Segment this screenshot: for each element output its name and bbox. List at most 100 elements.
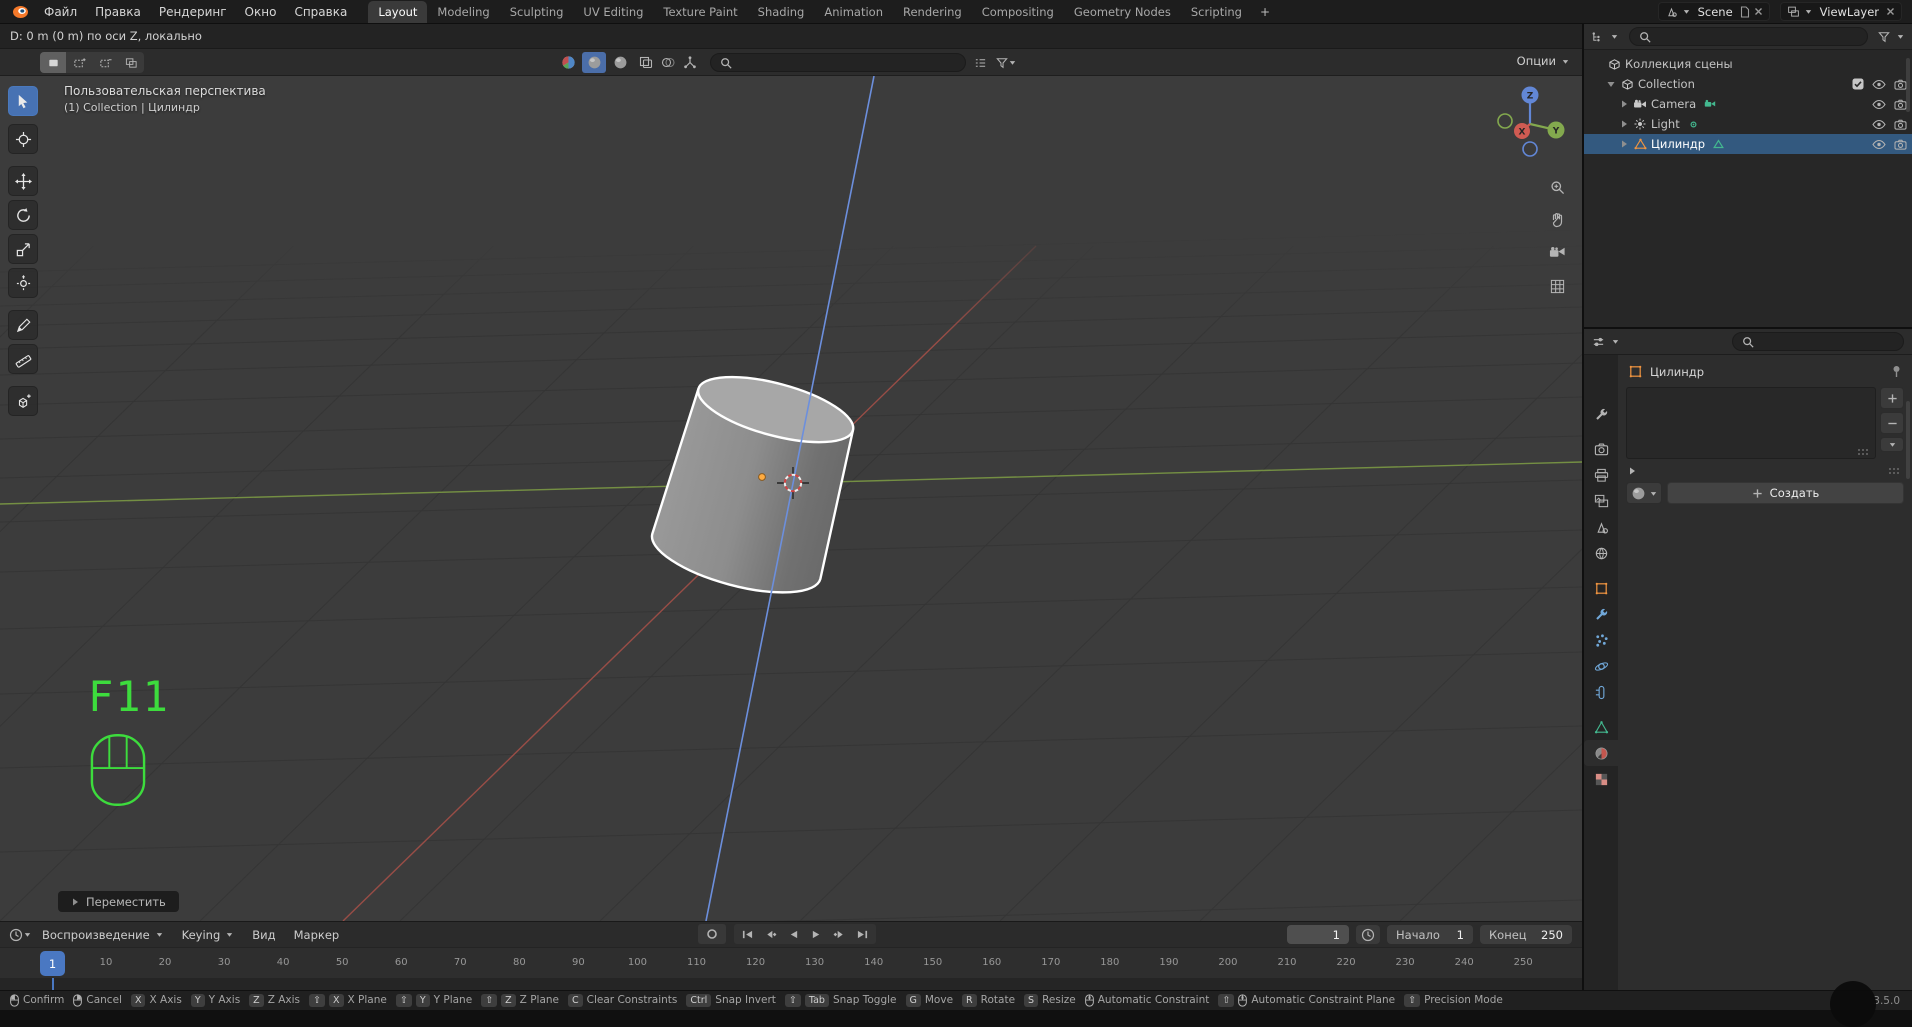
viewlayer-selector[interactable]: ViewLayer <box>1779 2 1902 21</box>
workspace-tab-Modeling[interactable]: Modeling <box>427 1 499 23</box>
menu-Окно[interactable]: Окно <box>236 2 286 22</box>
xray-toggle-button[interactable] <box>636 52 656 73</box>
current-frame-field[interactable]: 1 <box>1287 925 1349 944</box>
prev-keyframe-button[interactable] <box>759 924 782 944</box>
properties-tab-view-layer[interactable] <box>1584 488 1618 514</box>
tool-scale[interactable] <box>8 234 38 264</box>
timeline-menu-Вид[interactable]: Вид <box>244 925 283 945</box>
viewport-3d[interactable]: Пользовательская перспектива (1) Collect… <box>0 76 1582 921</box>
camera-toggle-icon[interactable] <box>1894 119 1907 130</box>
workspace-tab-Shading[interactable]: Shading <box>748 1 815 23</box>
play-reverse-button[interactable] <box>782 924 805 944</box>
tool-add-cube[interactable] <box>8 386 38 416</box>
zoom-button[interactable] <box>1546 176 1568 198</box>
tool-cursor[interactable] <box>8 124 38 154</box>
workspace-tab-Compositing[interactable]: Compositing <box>972 1 1064 23</box>
chevron-down-icon[interactable] <box>1896 32 1905 41</box>
properties-tab-object-data[interactable] <box>1584 714 1618 740</box>
jump-to-start-button[interactable] <box>736 924 759 944</box>
new-material-button[interactable]: Создать <box>1667 482 1904 504</box>
outliner-row-Light[interactable]: Light <box>1584 114 1912 134</box>
outliner-search-input[interactable] <box>1629 27 1868 46</box>
scene-selector[interactable]: Scene <box>1657 2 1770 21</box>
select-mode-intersect-button[interactable] <box>118 52 144 73</box>
slot-specials-button[interactable] <box>1880 437 1904 452</box>
workspace-tab-Texture Paint[interactable]: Texture Paint <box>653 1 747 23</box>
disclosure-right-icon[interactable] <box>1616 100 1631 108</box>
disclosure-right-icon[interactable] <box>1616 120 1631 128</box>
properties-tab-constraints[interactable] <box>1584 679 1618 705</box>
tool-select-box[interactable] <box>8 86 38 116</box>
outliner-row-Camera[interactable]: Camera <box>1584 94 1912 114</box>
next-keyframe-button[interactable] <box>828 924 851 944</box>
gizmo-neg-y[interactable] <box>1497 113 1513 129</box>
add-slot-button[interactable] <box>1880 387 1904 409</box>
select-mode-new-button[interactable] <box>40 52 66 73</box>
shading-ball-color-button[interactable] <box>556 52 580 73</box>
properties-editor-type-icon[interactable] <box>1592 336 1605 348</box>
properties-scrollbar[interactable] <box>1906 401 1910 479</box>
workspace-tab-Layout[interactable]: Layout <box>368 0 428 23</box>
outliner-row-Цилиндр[interactable]: Цилиндр <box>1584 134 1912 154</box>
chevron-down-icon[interactable] <box>1610 32 1619 41</box>
timeline-ruler[interactable]: 1 10 20 30 40 50 60 70 80 90 100 110 120 130 140 150 16… <box>0 947 1582 978</box>
properties-tab-particles[interactable] <box>1584 627 1618 653</box>
menu-Файл[interactable]: Файл <box>35 2 86 22</box>
disclosure-right-icon[interactable] <box>1616 140 1631 148</box>
properties-tab-physics[interactable] <box>1584 653 1618 679</box>
camera-view-button[interactable] <box>1546 242 1568 264</box>
frame-start-field[interactable]: Начало 1 <box>1387 925 1473 944</box>
workspace-tab-UV Editing[interactable]: UV Editing <box>573 1 653 23</box>
eye-toggle-icon[interactable] <box>1872 99 1886 110</box>
chevron-down-icon[interactable] <box>1611 337 1620 346</box>
menu-Рендеринг[interactable]: Рендеринг <box>150 2 236 22</box>
properties-search-input[interactable] <box>1732 332 1904 351</box>
use-preview-range-button[interactable] <box>1356 925 1380 944</box>
pan-hand-button[interactable] <box>1546 209 1568 231</box>
ortho-grid-button[interactable] <box>1546 275 1568 297</box>
frame-end-field[interactable]: Конец 250 <box>1480 925 1572 944</box>
gizmos-toggle-button[interactable] <box>680 52 700 73</box>
viewport-options-button[interactable]: Опции <box>1517 54 1570 68</box>
last-operator-panel[interactable]: Переместить <box>58 891 179 912</box>
shading-ball-button[interactable] <box>608 52 632 73</box>
eye-toggle-icon[interactable] <box>1872 139 1886 150</box>
outliner-row-Коллекция сцены[interactable]: Коллекция сцены <box>1584 54 1912 74</box>
properties-tab-texture[interactable] <box>1584 766 1618 792</box>
disclosure-down-icon[interactable] <box>1603 80 1618 88</box>
outliner-scrollbar[interactable] <box>1906 58 1910 112</box>
properties-tab-material[interactable] <box>1584 740 1618 766</box>
panel-expand-row[interactable] <box>1628 464 1902 477</box>
timeline-menu-Keying[interactable]: Keying <box>174 925 243 945</box>
select-mode-subtract-button[interactable] <box>92 52 118 73</box>
select-mode-extend-button[interactable] <box>66 52 92 73</box>
tool-move[interactable] <box>8 166 38 196</box>
unlink-scene-icon[interactable] <box>1754 7 1763 16</box>
add-workspace-button[interactable]: + <box>1252 2 1278 22</box>
timeline-menu-Воспроизведение[interactable]: Воспроизведение <box>34 925 172 945</box>
properties-tab-render[interactable] <box>1584 436 1618 462</box>
properties-tab-output[interactable] <box>1584 462 1618 488</box>
timeline-menu-Маркер[interactable]: Маркер <box>286 925 348 945</box>
workspace-tab-Rendering[interactable]: Rendering <box>893 1 972 23</box>
properties-tab-scene[interactable] <box>1584 514 1618 540</box>
eye-toggle-icon[interactable] <box>1872 119 1886 130</box>
new-scene-icon[interactable] <box>1740 5 1750 18</box>
display-mode-button[interactable] <box>970 52 990 73</box>
blender-logo-button[interactable] <box>6 5 35 19</box>
menu-Справка[interactable]: Справка <box>285 2 356 22</box>
eye-toggle-icon[interactable] <box>1872 79 1886 90</box>
play-button[interactable] <box>805 924 828 944</box>
camera-toggle-icon[interactable] <box>1894 139 1907 150</box>
tool-measure[interactable] <box>8 344 38 374</box>
filter-button[interactable] <box>994 52 1018 73</box>
current-frame-indicator[interactable]: 1 <box>40 951 65 976</box>
timeline-editor-type-button[interactable] <box>8 924 32 945</box>
tool-rotate[interactable] <box>8 200 38 230</box>
outliner-filter-icon[interactable] <box>1878 31 1890 43</box>
menu-Правка[interactable]: Правка <box>86 2 150 22</box>
gizmo-neg-z[interactable] <box>1522 141 1538 157</box>
remove-slot-button[interactable] <box>1880 412 1904 434</box>
outliner-row-Collection[interactable]: Collection <box>1584 74 1912 94</box>
jump-to-end-button[interactable] <box>851 924 874 944</box>
